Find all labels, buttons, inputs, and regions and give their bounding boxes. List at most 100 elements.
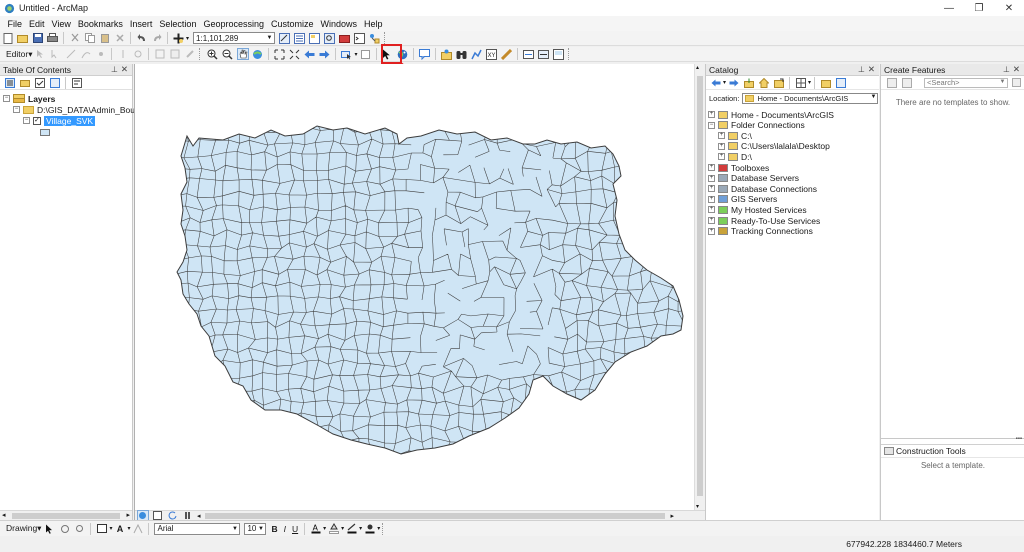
catalog-item[interactable]: + My Hosted Services <box>708 204 807 215</box>
list-by-drawing-order-icon[interactable] <box>4 77 16 89</box>
go-back-icon[interactable] <box>304 48 316 60</box>
polygon-symbol-swatch[interactable] <box>40 129 50 136</box>
rectangle-tool-icon[interactable] <box>96 523 108 535</box>
fixed-zoom-in-icon[interactable] <box>274 48 286 60</box>
template-search-input[interactable]: <Search> ▼ <box>924 77 1008 88</box>
go-forward-icon[interactable] <box>319 48 331 60</box>
menu-geoprocessing[interactable]: Geoprocessing <box>200 19 268 29</box>
attributes-icon[interactable] <box>154 48 166 60</box>
underline-button[interactable]: U <box>292 524 298 534</box>
rotate-element-icon[interactable] <box>59 523 71 535</box>
map-horizontal-scrollbar[interactable] <box>201 512 671 520</box>
layer-name-label[interactable]: Village_SVK <box>44 115 96 126</box>
zoom-to-selected-icon[interactable] <box>74 523 86 535</box>
data-folder-row[interactable]: − D:\GIS_DATA\Admin_Bound <box>13 104 144 115</box>
catalog-item[interactable]: + D:\ <box>718 151 752 162</box>
find-binoculars-icon[interactable] <box>455 48 467 60</box>
find-route-icon[interactable] <box>470 48 482 60</box>
chevron-down-icon[interactable]: ▼ <box>265 33 274 43</box>
splitter-grip-icon[interactable]: ▪▪▪ <box>1016 436 1022 442</box>
scroll-right-icon[interactable]: ▸ <box>671 512 675 520</box>
list-by-selection-icon[interactable] <box>49 77 61 89</box>
new-document-icon[interactable] <box>2 32 14 44</box>
fixed-zoom-out-icon[interactable] <box>289 48 301 60</box>
collapse-icon[interactable]: − <box>13 106 20 113</box>
copy-icon[interactable] <box>84 32 96 44</box>
menu-help[interactable]: Help <box>361 19 387 29</box>
delete-icon[interactable] <box>114 32 126 44</box>
catalog-item[interactable]: − Folder Connections <box>708 120 805 131</box>
map-scale-combobox[interactable]: 1:1,101,289 ▼ <box>193 32 276 44</box>
close-window-button[interactable]: ✕ <box>994 0 1024 16</box>
catalog-item[interactable]: + GIS Servers <box>708 194 777 205</box>
search-window-icon[interactable] <box>324 32 336 44</box>
expand-icon[interactable]: + <box>718 153 725 161</box>
menu-edit[interactable]: Edit <box>26 19 49 29</box>
scroll-thumb[interactable] <box>12 513 120 519</box>
print-icon[interactable] <box>47 32 59 44</box>
edit-vertices-icon[interactable] <box>132 523 144 535</box>
expand-icon[interactable]: + <box>708 174 715 182</box>
location-combobox[interactable]: Home - Documents\ArcGIS ▼ <box>742 92 879 104</box>
chevron-down-icon[interactable]: ▼ <box>256 524 265 534</box>
add-data-icon[interactable] <box>173 32 185 44</box>
expand-icon[interactable]: + <box>718 142 725 150</box>
map-vertical-scrollbar[interactable]: ▴ ▾ <box>694 64 704 510</box>
measure-ruler-icon[interactable] <box>500 48 512 60</box>
new-text-icon[interactable]: A <box>114 523 126 535</box>
scroll-right-icon[interactable]: ▸ <box>126 511 130 519</box>
expand-icon[interactable]: + <box>718 132 725 140</box>
list-by-source-icon[interactable] <box>19 77 31 89</box>
layers-frame-row[interactable]: − Layers <box>3 93 55 104</box>
close-icon[interactable]: ✕ <box>121 64 128 75</box>
arctoolbox-icon[interactable] <box>339 32 351 44</box>
catalog-options-icon[interactable] <box>835 77 847 89</box>
straight-segment-icon[interactable] <box>65 48 77 60</box>
edit-annotation-icon[interactable] <box>50 48 62 60</box>
chevron-down-icon[interactable]: ▼ <box>1000 79 1006 85</box>
menu-view[interactable]: View <box>48 19 74 29</box>
views-icon[interactable] <box>795 77 807 89</box>
full-extent-icon[interactable] <box>252 48 264 60</box>
expand-icon[interactable]: + <box>708 227 715 235</box>
clear-selection-icon[interactable] <box>359 48 371 60</box>
list-by-visibility-icon[interactable] <box>34 77 46 89</box>
pin-icon[interactable]: ⊥ <box>858 65 865 74</box>
catalog-item[interactable]: + Database Servers <box>708 173 799 184</box>
toc-horizontal-scrollbar[interactable]: ◂ ▸ <box>0 510 132 520</box>
layer-visibility-checkbox[interactable]: ✓ <box>33 116 41 125</box>
expand-icon[interactable]: + <box>708 195 715 203</box>
catalog-item[interactable]: + Ready-To-Use Services <box>708 215 820 226</box>
scroll-thumb[interactable] <box>204 512 665 519</box>
restore-button[interactable]: ❐ <box>964 0 994 16</box>
pin-icon[interactable]: ⊥ <box>111 65 118 74</box>
catalog-window-icon[interactable] <box>309 32 321 44</box>
collapse-icon[interactable]: − <box>23 117 30 124</box>
italic-button[interactable]: I <box>284 524 286 534</box>
identify-results-icon[interactable] <box>440 48 452 60</box>
menu-selection[interactable]: Selection <box>156 19 200 29</box>
chevron-down-icon[interactable]: ▼ <box>871 94 877 100</box>
scroll-down-icon[interactable]: ▾ <box>696 503 699 510</box>
menu-insert[interactable]: Insert <box>126 19 156 29</box>
expand-icon[interactable]: + <box>708 206 715 214</box>
search-options-icon[interactable] <box>1011 77 1023 89</box>
close-icon[interactable]: ✕ <box>1013 64 1020 75</box>
map-view[interactable]: ▴ ▾ ◂ ▸ <box>134 64 705 522</box>
font-color-icon[interactable]: A <box>310 523 322 535</box>
point-tool-icon[interactable] <box>95 48 107 60</box>
undo-icon[interactable] <box>136 32 148 44</box>
expand-icon[interactable]: + <box>708 217 715 224</box>
paste-icon[interactable] <box>99 32 111 44</box>
edit-tool-icon[interactable] <box>35 48 47 60</box>
forward-arrow-icon[interactable] <box>728 77 740 89</box>
redo-icon[interactable] <box>151 32 163 44</box>
editor-toolbar-icon[interactable] <box>279 32 291 44</box>
pan-hand-icon[interactable] <box>236 48 249 60</box>
select-elements-icon[interactable] <box>44 523 56 535</box>
create-features-icon[interactable] <box>184 48 196 60</box>
pin-icon[interactable]: ⊥ <box>1003 65 1010 74</box>
village-polygons-map[interactable] <box>135 64 695 510</box>
html-popup-icon[interactable] <box>418 48 430 60</box>
catalog-item[interactable]: + C:\ <box>718 130 752 141</box>
